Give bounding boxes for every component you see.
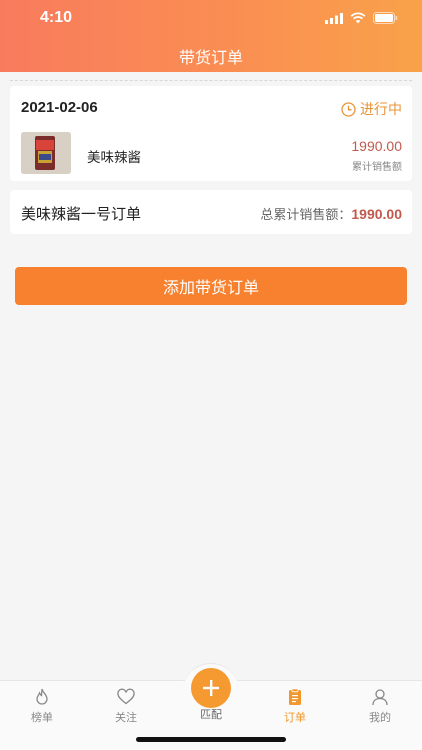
product-amount: 1990.00 xyxy=(351,138,402,154)
total-sales: 总累计销售额：1990.00 xyxy=(260,204,402,223)
total-amount: 1990.00 xyxy=(351,206,402,222)
status-icons xyxy=(325,12,398,24)
status-text: 进行中 xyxy=(360,102,402,118)
clipboard-icon xyxy=(289,688,301,705)
total-label: 总累计销售额： xyxy=(260,208,352,223)
tab-label-match: 匹配 xyxy=(200,708,222,721)
tab-ranking[interactable]: 榜单 xyxy=(0,681,84,731)
tab-mine[interactable]: 我的 xyxy=(338,681,422,731)
order-status: 进行中 xyxy=(341,99,402,119)
home-indicator xyxy=(136,737,286,742)
tab-label: 订单 xyxy=(284,711,306,724)
product-thumbnail xyxy=(21,132,71,174)
heart-icon xyxy=(117,688,135,705)
wifi-icon xyxy=(350,12,366,24)
battery-icon xyxy=(373,12,398,24)
clock-icon xyxy=(341,101,356,117)
tab-label: 我的 xyxy=(369,711,391,724)
header: 4:10 带货订单 xyxy=(0,0,422,72)
tab-label: 榜单 xyxy=(31,711,53,724)
dashed-divider xyxy=(10,80,412,81)
match-button[interactable] xyxy=(191,668,231,708)
order-date: 2021-02-06 xyxy=(21,99,98,116)
status-bar: 4:10 xyxy=(0,0,422,38)
tab-follow[interactable]: 关注 xyxy=(84,681,168,731)
status-time: 4:10 xyxy=(40,9,73,26)
tab-orders[interactable]: 订单 xyxy=(253,681,337,731)
signal-icon xyxy=(325,12,343,24)
add-order-button[interactable]: 添加带货订单 xyxy=(15,267,407,305)
plus-icon xyxy=(203,680,219,696)
page-title: 带货订单 xyxy=(178,48,243,67)
tab-label: 关注 xyxy=(115,711,137,724)
order-card[interactable]: 2021-02-06 进行中 美味辣酱 1990.00 累计销售额 xyxy=(10,86,412,181)
order-name: 美味辣酱一号订单 xyxy=(21,205,142,223)
person-icon xyxy=(372,689,388,706)
fire-icon xyxy=(36,688,48,705)
product-name: 美味辣酱 xyxy=(87,150,141,166)
order-summary-card[interactable]: 美味辣酱一号订单 总累计销售额：1990.00 xyxy=(10,190,412,234)
amount-label: 累计销售额 xyxy=(352,162,402,173)
